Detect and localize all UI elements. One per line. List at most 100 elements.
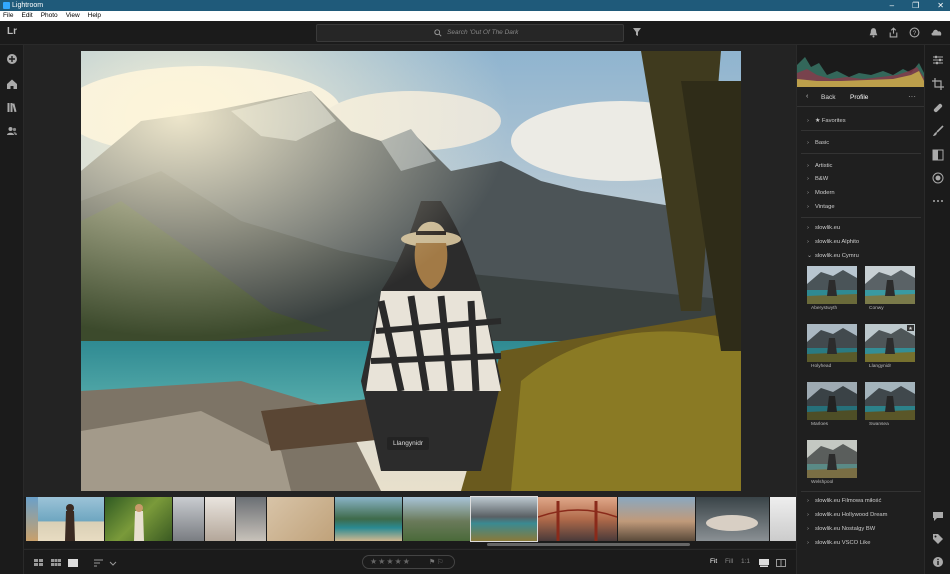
chevron-right-icon: › <box>807 118 809 124</box>
group-slowlik[interactable]: › slowlik.eu <box>807 225 840 231</box>
library-icon[interactable] <box>6 101 18 113</box>
preset-thumbnail <box>865 382 915 420</box>
preset-tile[interactable]: Holyhead <box>807 324 857 372</box>
group-nostalgy-bw[interactable]: › slowlik.eu Nostalgy BW <box>807 526 875 532</box>
filmstrip-thumb[interactable] <box>173 497 204 541</box>
divider <box>801 130 921 131</box>
filmstrip-thumb[interactable] <box>403 497 470 541</box>
preset-hover-label: Llangynidr <box>387 437 429 450</box>
preset-tile[interactable]: Conwy <box>865 266 915 314</box>
detail-view-icon[interactable] <box>68 559 78 567</box>
sort-icon[interactable] <box>94 559 104 567</box>
menu-help[interactable]: Help <box>88 11 101 21</box>
filmstrip-thumb[interactable] <box>696 497 769 541</box>
group-bw[interactable]: › B&W <box>807 176 828 182</box>
preset-label: Aberystwyth <box>811 306 838 311</box>
filmstrip-thumb[interactable] <box>538 497 617 541</box>
preset-label: Holyhead <box>811 364 832 369</box>
bell-icon[interactable] <box>868 27 879 38</box>
maximize-button[interactable]: ❐ <box>912 0 919 11</box>
back-button[interactable]: Back <box>821 94 835 101</box>
svg-text:?: ? <box>913 30 917 37</box>
filmstrip-thumb[interactable] <box>770 497 796 541</box>
filmstrip-thumb[interactable] <box>335 497 402 541</box>
group-vsco-like[interactable]: › slowlik.eu VSCO Like <box>807 540 870 546</box>
rating-flag-control[interactable]: ★★★★★ ⚑ ⚐ <box>362 555 455 569</box>
group-hollywood-dream[interactable]: › slowlik.eu Hollywood Dream <box>807 512 888 518</box>
chevron-right-icon: › <box>807 163 809 169</box>
filmstrip-thumb[interactable] <box>26 497 38 541</box>
zoom-fit[interactable]: Fit <box>710 558 717 565</box>
preset-thumbnail: ★ <box>865 324 915 362</box>
group-basic[interactable]: › Basic <box>807 140 829 146</box>
more-icon[interactable] <box>932 195 944 207</box>
radial-icon[interactable] <box>932 172 944 184</box>
square-grid-icon[interactable] <box>51 559 61 567</box>
group-artistic[interactable]: › Artistic <box>807 163 832 169</box>
gradient-icon[interactable] <box>932 149 944 161</box>
filmstrip-thumb-selected[interactable] <box>470 496 538 542</box>
help-icon[interactable]: ? <box>909 27 920 38</box>
filmstrip-scrollbar[interactable] <box>487 543 690 546</box>
filmstrip-thumb[interactable] <box>38 497 104 541</box>
preset-thumbnail <box>807 266 857 304</box>
main-photo[interactable]: Llangynidr <box>81 51 741 491</box>
menu-edit[interactable]: Edit <box>21 11 32 21</box>
filmstrip-thumb[interactable] <box>205 497 235 541</box>
preset-tile-hovered[interactable]: ★ Llangynidr <box>865 324 915 372</box>
menu-view[interactable]: View <box>66 11 80 21</box>
filter-icon[interactable] <box>632 27 642 37</box>
chevron-down-icon[interactable] <box>109 559 117 567</box>
flag-buttons[interactable]: ⚑ ⚐ <box>429 558 444 566</box>
share-icon[interactable] <box>888 27 899 38</box>
menu-file[interactable]: File <box>3 11 13 21</box>
group-vintage[interactable]: › Vintage <box>807 204 835 210</box>
group-modern[interactable]: › Modern <box>807 190 835 196</box>
divider <box>801 491 921 492</box>
close-button[interactable]: ✕ <box>937 0 944 11</box>
zoom-fill[interactable]: Fill <box>725 558 733 565</box>
search-input[interactable]: Search 'Out Of The Dark <box>316 24 624 42</box>
brush-icon[interactable] <box>932 125 944 137</box>
group-slowlik-alphito[interactable]: › slowlik.eu Alphito <box>807 239 859 245</box>
info-icon[interactable] <box>932 556 944 568</box>
group-favorites[interactable]: › ★ Favorites <box>807 118 846 124</box>
divider <box>801 153 921 154</box>
zoom-1to1[interactable]: 1:1 <box>741 558 750 565</box>
filmstrip-thumb[interactable] <box>267 497 334 541</box>
grid-view-icon[interactable] <box>34 559 44 567</box>
search-icon <box>434 29 442 37</box>
tag-icon[interactable] <box>932 533 944 545</box>
preset-tile[interactable]: Aberystwyth <box>807 266 857 314</box>
filmstrip-thumb[interactable] <box>618 497 695 541</box>
left-rail <box>0 45 24 574</box>
compare-view-icon[interactable] <box>759 559 769 567</box>
crop-icon[interactable] <box>932 78 944 90</box>
group-slowlik-cymru[interactable]: ⌄ slowlik.eu Cymru <box>807 253 859 259</box>
heal-icon[interactable] <box>932 102 944 114</box>
search-placeholder: Search 'Out Of The Dark <box>447 29 519 36</box>
add-icon[interactable] <box>6 53 18 65</box>
cloud-icon[interactable] <box>930 27 944 38</box>
comment-icon[interactable] <box>932 510 944 522</box>
preset-tile[interactable]: Marloes <box>807 382 857 430</box>
menu-photo[interactable]: Photo <box>41 11 58 21</box>
preset-tile[interactable]: Welshpool <box>807 440 857 488</box>
minimize-button[interactable]: – <box>890 0 894 11</box>
chevron-right-icon: › <box>807 512 809 518</box>
more-options-button[interactable]: ··· <box>908 92 916 101</box>
chevron-right-icon: › <box>807 204 809 210</box>
filmstrip-thumb[interactable] <box>236 497 266 541</box>
preset-thumbnail <box>865 266 915 304</box>
filmstrip-thumb[interactable] <box>105 497 172 541</box>
menu-bar: File Edit Photo View Help <box>0 11 950 21</box>
before-after-icon[interactable] <box>776 559 786 567</box>
group-filmowa-milosc[interactable]: › slowlik.eu Filmowa miłość <box>807 498 881 504</box>
star-rating[interactable]: ★★★★★ <box>370 557 411 566</box>
preset-tile[interactable]: Swansea <box>865 382 915 430</box>
people-icon[interactable] <box>6 125 18 137</box>
home-icon[interactable] <box>6 78 18 90</box>
chevron-left-icon[interactable]: ‹ <box>806 93 808 100</box>
chevron-right-icon: › <box>807 526 809 532</box>
sliders-icon[interactable] <box>932 54 944 66</box>
